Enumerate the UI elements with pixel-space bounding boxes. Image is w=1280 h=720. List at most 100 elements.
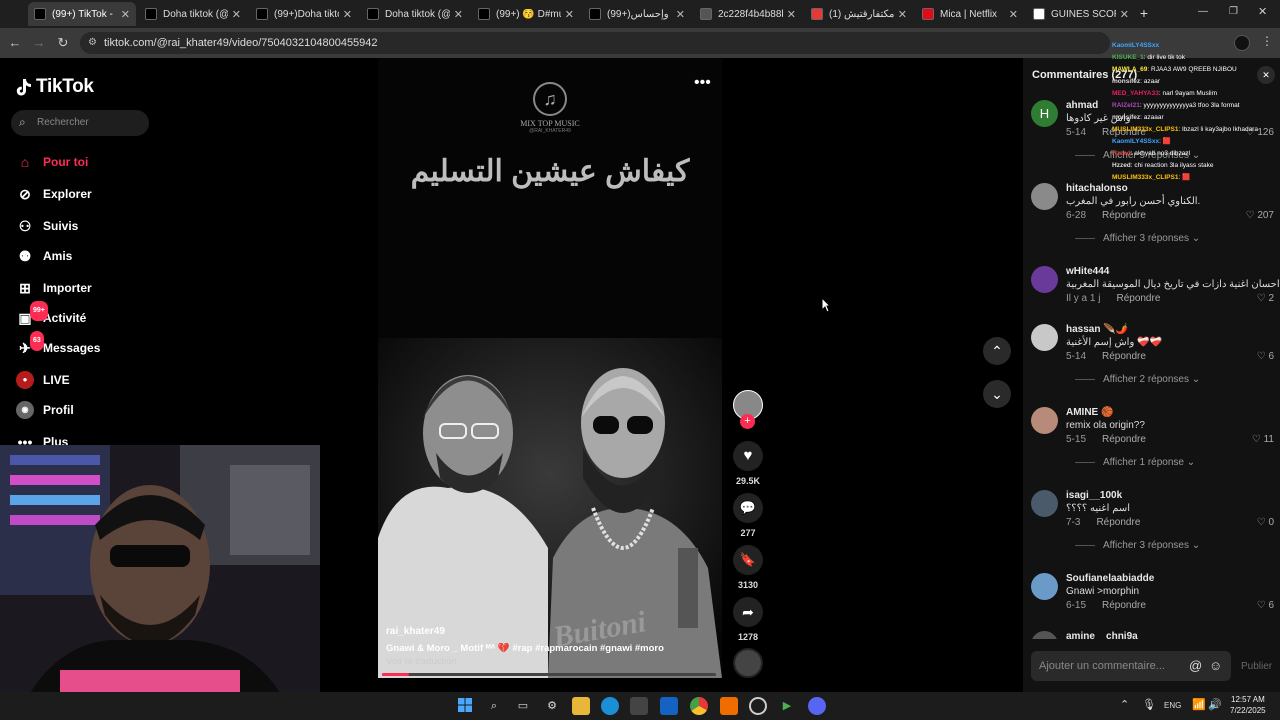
browser-tab[interactable]: (99+) 😚 D#muslim ✕ — [472, 2, 580, 26]
url-field[interactable]: ⚙ tiktok.com/@rai_khater49/video/7504032… — [80, 32, 1110, 54]
close-tab-icon[interactable]: ✕ — [343, 8, 352, 21]
chrome-icon[interactable] — [690, 697, 708, 715]
tray-chevron-icon[interactable]: ⌃ — [1120, 698, 1129, 711]
browser-tab[interactable]: Mica | Netflix ✕ — [916, 2, 1024, 26]
close-tab-icon[interactable]: ✕ — [565, 8, 574, 21]
comment-author[interactable]: hitachalonso — [1066, 183, 1128, 194]
comment-author[interactable]: isagi__100k — [1066, 490, 1122, 501]
nav-item-profil[interactable]: ◉ Profil — [16, 400, 74, 420]
like-button[interactable]: ♥ — [733, 441, 763, 471]
comment-like-button[interactable]: ♡ 11 — [1252, 434, 1274, 445]
sound-disc[interactable] — [733, 648, 763, 678]
restore-icon[interactable]: ❐ — [1229, 6, 1241, 18]
task-view-icon[interactable]: ▭ — [514, 697, 532, 715]
comment-input[interactable]: Ajouter un commentaire... @ ☺ — [1031, 651, 1231, 681]
settings-icon[interactable]: ⚙ — [543, 697, 561, 715]
close-tab-icon[interactable]: ✕ — [676, 8, 685, 21]
video-author[interactable]: rai_khater49 — [386, 626, 445, 637]
comment-author[interactable]: AMINE 🏀 — [1066, 407, 1113, 418]
comment-avatar[interactable] — [1031, 490, 1058, 517]
browser-tab[interactable]: GUINES SCORE - ✕ — [1027, 2, 1135, 26]
comment-author[interactable]: ahmad — [1066, 100, 1098, 111]
reply-button[interactable]: Répondre — [1102, 351, 1146, 362]
app-green-icon[interactable]: ▶ — [778, 697, 796, 715]
app-orange-icon[interactable] — [720, 697, 738, 715]
save-button[interactable]: 🔖 — [733, 545, 763, 575]
next-video-button[interactable]: ⌄ — [983, 380, 1011, 408]
close-window-icon[interactable]: ✕ — [1258, 5, 1270, 18]
show-replies-button[interactable]: Afficher 3 réponses ⌄ — [1075, 233, 1200, 244]
comment-like-button[interactable]: ♡ 0 — [1257, 517, 1274, 528]
taskbar-search-icon[interactable]: ⌕ — [485, 697, 503, 715]
wifi-icon[interactable]: 📶 — [1192, 698, 1206, 711]
nav-item-activit-[interactable]: ▣ 99+ Activité — [16, 301, 86, 328]
browser-tab[interactable]: (1) جة مكتفارقتيش ✕ — [805, 2, 913, 26]
comment-like-button[interactable]: ♡ 2 — [1257, 293, 1274, 304]
reply-button[interactable]: Répondre — [1102, 210, 1146, 221]
comment-button[interactable]: 💬 — [733, 493, 763, 523]
reload-icon[interactable]: ↻ — [54, 34, 72, 52]
browser-tab[interactable]: 2c228f4b4b88bell ✕ — [694, 2, 802, 26]
search-box[interactable]: ⌕ Rechercher — [11, 110, 149, 136]
app-circle-icon[interactable] — [749, 697, 767, 715]
back-icon[interactable]: ← — [6, 34, 24, 52]
nav-item-live[interactable]: ● LIVE — [16, 370, 70, 390]
browser-tab[interactable]: Doha tiktok (@do ✕ — [361, 2, 469, 26]
comment-avatar[interactable] — [1031, 573, 1058, 600]
emoji-icon[interactable]: ☺ — [1209, 658, 1222, 673]
comment-avatar[interactable] — [1031, 266, 1058, 293]
reply-button[interactable]: Répondre — [1096, 517, 1140, 528]
mention-icon[interactable]: @ — [1189, 658, 1202, 673]
nav-item-messages[interactable]: ✈ 63 Messages — [16, 331, 100, 358]
comment-avatar[interactable] — [1031, 407, 1058, 434]
discord-icon[interactable] — [808, 697, 826, 715]
follow-plus-icon[interactable]: + — [740, 414, 755, 429]
tiktok-logo[interactable]: TikTok — [16, 76, 94, 98]
forward-icon[interactable]: → — [30, 34, 48, 52]
reply-button[interactable]: Répondre — [1102, 434, 1146, 445]
close-tab-icon[interactable]: ✕ — [1009, 8, 1018, 21]
browser-tab[interactable]: (99+)Doha tiktok ✕ — [250, 2, 358, 26]
publish-button[interactable]: Publier — [1241, 661, 1272, 672]
comment-like-button[interactable]: ♡ 6 — [1257, 351, 1274, 362]
windows-start-icon[interactable] — [456, 697, 474, 715]
nav-item-pour-toi[interactable]: ⌂ Pour toi — [16, 152, 89, 172]
new-tab-button[interactable]: + — [1136, 5, 1152, 21]
nav-item-amis[interactable]: ⚉ Amis — [16, 246, 73, 266]
comment-avatar[interactable]: H — [1031, 100, 1058, 127]
language-indicator[interactable]: ENG — [1164, 701, 1181, 710]
nav-item-importer[interactable]: ⊞ Importer — [16, 278, 92, 298]
reply-button[interactable]: Répondre — [1116, 293, 1160, 304]
clock-date[interactable]: 7/22/2025 — [1230, 706, 1266, 715]
video-player[interactable]: ♫ MIX TOP MUSIC @RAI_KHATER49 كيفاش عيشي… — [378, 58, 722, 678]
browser-tab[interactable]: (99+)دنيا وإحساس ✕ — [583, 2, 691, 26]
clock-time[interactable]: 12:57 AM — [1231, 695, 1265, 704]
edge-icon[interactable] — [601, 697, 619, 715]
store-icon[interactable] — [630, 697, 648, 715]
browser-tab[interactable]: (99+) TikTok - ✕ — [28, 2, 136, 26]
comment-author[interactable]: amine__chni9a — [1066, 631, 1138, 639]
progress-track[interactable] — [382, 673, 716, 676]
minimize-icon[interactable]: — — [1198, 6, 1210, 18]
comment-like-button[interactable]: ♡ 6 — [1257, 600, 1274, 611]
share-button[interactable]: ➦ — [733, 597, 763, 627]
browser-tab[interactable]: Doha tiktok (@ ✕ — [139, 2, 247, 26]
translate-link[interactable]: Voir la traduction — [386, 656, 457, 667]
show-replies-button[interactable]: Afficher 3 réponses ⌄ — [1075, 540, 1200, 551]
show-replies-button[interactable]: Afficher 2 réponses ⌄ — [1075, 374, 1200, 385]
nav-item-explorer[interactable]: ⊘ Explorer — [16, 184, 92, 204]
comment-avatar[interactable] — [1031, 183, 1058, 210]
nav-item-suivis[interactable]: ⚇ Suivis — [16, 216, 79, 236]
outlook-icon[interactable] — [660, 697, 678, 715]
microphone-icon[interactable]: 🎙 — [1142, 698, 1156, 711]
close-tab-icon[interactable]: ✕ — [787, 8, 796, 21]
video-more-icon[interactable]: ••• — [694, 74, 711, 92]
close-tab-icon[interactable]: ✕ — [121, 8, 130, 21]
comment-like-button[interactable]: ♡ 207 — [1246, 210, 1274, 221]
site-info-icon[interactable]: ⚙ — [88, 32, 97, 54]
close-tab-icon[interactable]: ✕ — [232, 8, 241, 21]
comment-author[interactable]: Soufianelaabiadde — [1066, 573, 1154, 584]
close-tab-icon[interactable]: ✕ — [1120, 8, 1129, 21]
comment-avatar[interactable] — [1031, 324, 1058, 351]
show-replies-button[interactable]: Afficher 1 réponse ⌄ — [1075, 457, 1195, 468]
